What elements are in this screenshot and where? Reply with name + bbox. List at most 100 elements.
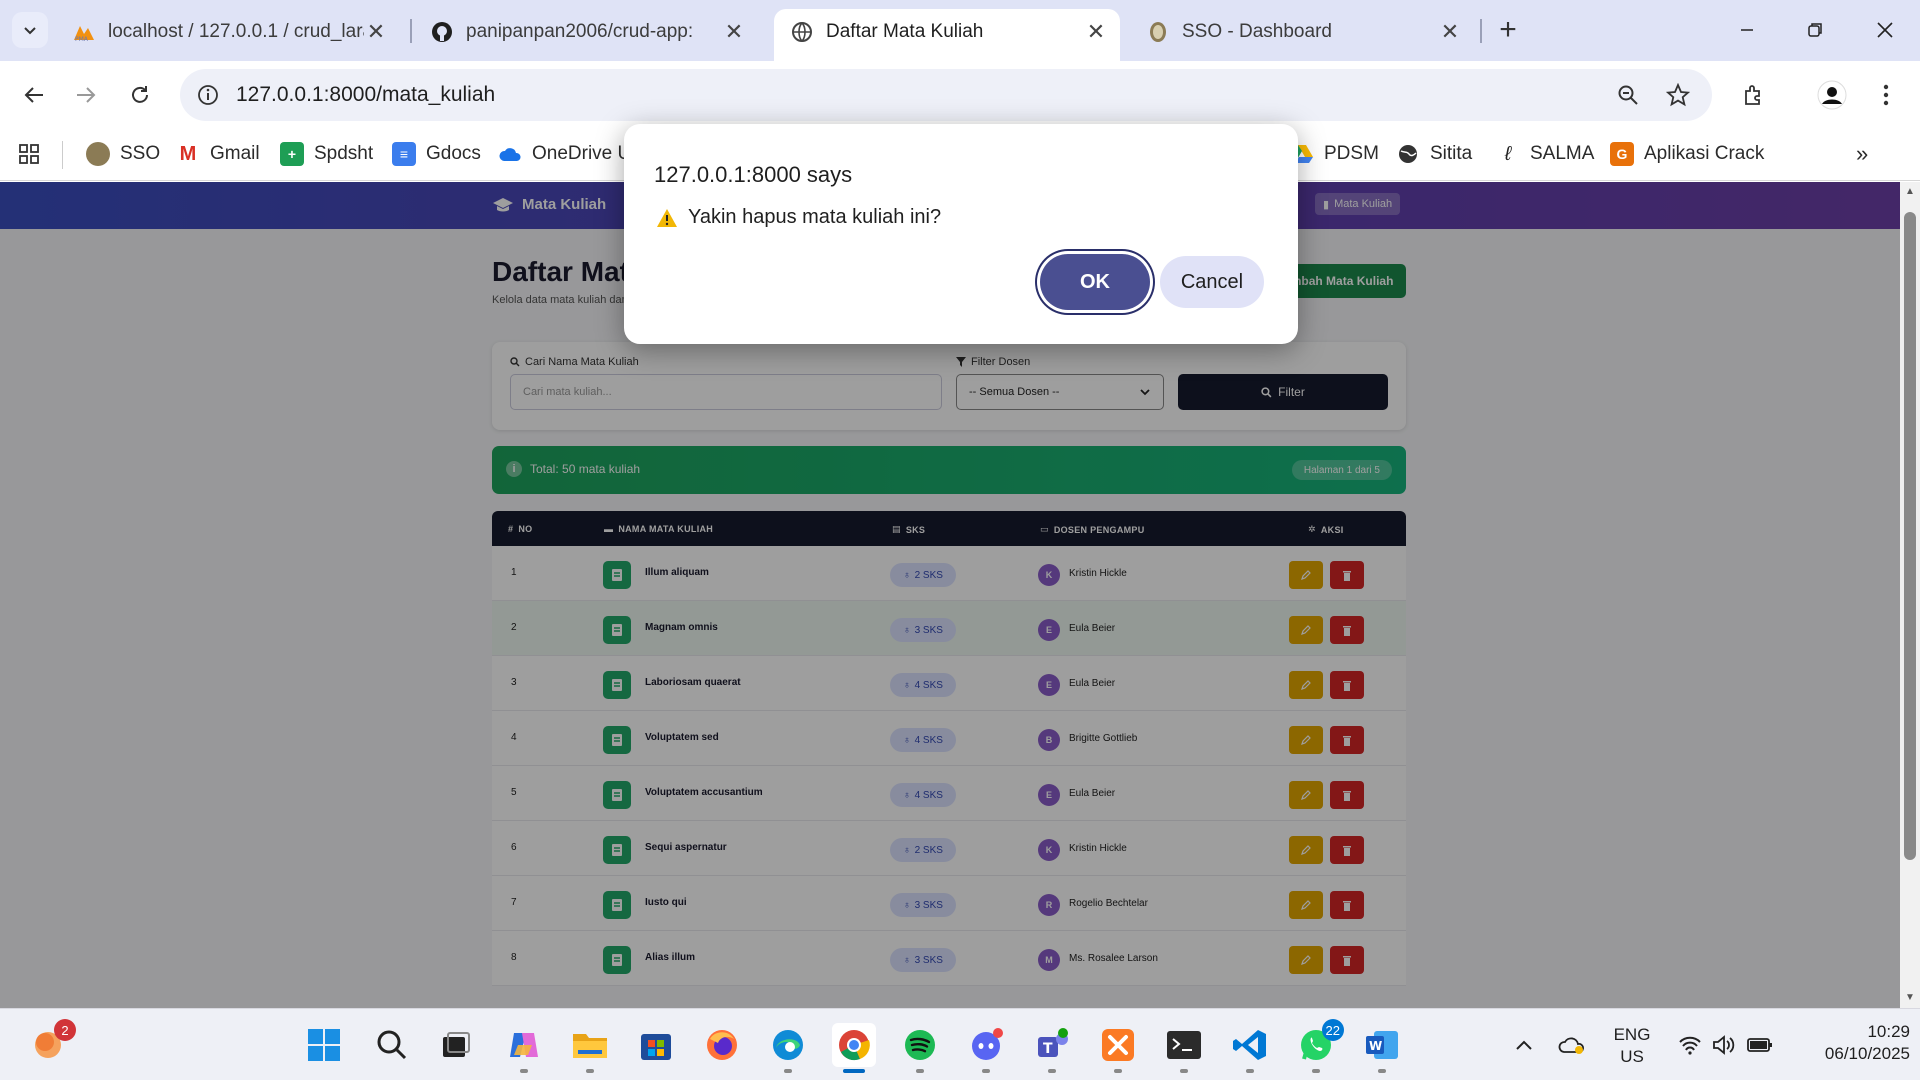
clock-time: 10:29	[1867, 1022, 1910, 1041]
zoom-icon[interactable]	[1612, 79, 1644, 111]
scroll-down-icon[interactable]: ▼	[1904, 992, 1916, 1004]
bookmark-spdsht[interactable]: + Spdsht	[280, 137, 373, 171]
vscode-app[interactable]	[1228, 1023, 1272, 1073]
close-icon[interactable]: ✕	[1084, 19, 1108, 44]
site-info-icon[interactable]	[192, 79, 224, 111]
more-bookmarks-icon[interactable]: »	[1856, 137, 1868, 171]
spotify-app[interactable]	[898, 1023, 942, 1073]
dialog-ok-button[interactable]: OK	[1040, 254, 1150, 310]
forward-button[interactable]	[66, 75, 106, 115]
new-tab-button[interactable]: +	[1492, 13, 1524, 46]
chrome-menu-icon[interactable]	[1866, 75, 1906, 115]
bookmark-salma[interactable]: ℓ SALMA	[1496, 137, 1595, 171]
svg-text:T: T	[1043, 1041, 1053, 1057]
teams-icon: T	[1038, 1028, 1068, 1057]
running-indicator	[1378, 1069, 1386, 1073]
firefox-app[interactable]	[700, 1023, 744, 1067]
tab-search-button[interactable]	[12, 12, 48, 48]
discord-app[interactable]	[964, 1023, 1008, 1073]
file-explorer-app[interactable]	[568, 1023, 612, 1073]
profile-avatar[interactable]	[1812, 75, 1852, 115]
bookmark-star-icon[interactable]	[1662, 79, 1694, 111]
spotify-icon	[905, 1030, 935, 1060]
onedrive-sync-icon[interactable]	[1552, 1023, 1592, 1067]
tab-title: Daftar Mata Kuliah	[826, 21, 984, 42]
window-close-button[interactable]	[1858, 10, 1912, 50]
arrow-left-icon	[24, 87, 43, 103]
minimize-icon	[1741, 29, 1753, 31]
terminal-app[interactable]	[1162, 1023, 1206, 1073]
extensions-icon[interactable]	[1734, 75, 1774, 115]
search-button[interactable]	[370, 1023, 414, 1067]
start-button[interactable]	[302, 1023, 346, 1067]
dialog-message: Yakin hapus mata kuliah ini?	[656, 206, 941, 229]
word-app[interactable]: W	[1360, 1023, 1404, 1073]
close-icon	[1877, 22, 1893, 38]
phpmyadmin-icon: PMA	[72, 20, 96, 44]
teams-app[interactable]: T	[1030, 1023, 1074, 1073]
restore-button[interactable]	[1788, 10, 1842, 50]
clock-date: 06/10/2025	[1824, 1044, 1910, 1063]
minimize-button[interactable]	[1720, 10, 1774, 50]
weather-widget-icon[interactable]: 2	[26, 1019, 76, 1067]
page-scrollbar[interactable]: ▲ ▼	[1900, 182, 1920, 1008]
running-indicator	[1312, 1069, 1320, 1073]
task-view-icon	[443, 1032, 470, 1057]
bookmark-divider	[62, 141, 63, 169]
back-button[interactable]	[14, 75, 54, 115]
firefox-icon	[707, 1030, 737, 1060]
scroll-thumb[interactable]	[1904, 212, 1916, 860]
language-indicator[interactable]: ENG US	[1604, 1024, 1660, 1068]
dialog-cancel-button[interactable]: Cancel	[1160, 256, 1264, 308]
g-logo-icon: G	[1610, 142, 1634, 166]
bookmark-sso[interactable]: SSO	[86, 137, 160, 171]
microsoft-store-app[interactable]	[634, 1023, 678, 1067]
bookmark-gdocs[interactable]: ≡ Gdocs	[392, 137, 481, 171]
volume-icon[interactable]	[1704, 1023, 1744, 1067]
bookmark-gmail[interactable]: M Gmail	[176, 137, 260, 171]
tab-github[interactable]: panipanpan2006/crud-app: ✕	[414, 9, 758, 61]
dialog-message-text: Yakin hapus mata kuliah ini?	[688, 206, 942, 228]
tab-phpmyadmin[interactable]: PMA localhost / 127.0.0.1 / crud_lara ✕	[56, 9, 400, 61]
address-bar[interactable]: 127.0.0.1:8000/mata_kuliah	[180, 69, 1712, 121]
close-icon[interactable]: ✕	[1438, 19, 1462, 44]
tab-sso-dashboard[interactable]: SSO - Dashboard ✕	[1130, 9, 1474, 61]
tab-daftar-mata-kuliah[interactable]: Daftar Mata Kuliah ✕	[774, 9, 1120, 61]
bookmark-label: Gmail	[210, 143, 260, 164]
copilot-app[interactable]	[502, 1023, 546, 1073]
bookmark-aplikasi-crack[interactable]: G Aplikasi Crack	[1610, 137, 1764, 171]
word-icon: W	[1366, 1031, 1398, 1059]
bookmark-onedrive[interactable]: OneDrive U	[498, 137, 631, 171]
close-icon[interactable]: ✕	[364, 19, 388, 44]
bookmark-pdsm[interactable]: PDSM	[1290, 137, 1379, 171]
clock[interactable]: 10:29 06/10/2025	[1790, 1021, 1910, 1065]
reload-button[interactable]	[120, 75, 160, 115]
task-view-button[interactable]	[434, 1023, 478, 1067]
bookmark-sitita[interactable]: Sitita	[1396, 137, 1472, 171]
windows-taskbar: 2 T 22 W ENG US 10:29 06/10/2025	[0, 1008, 1920, 1080]
docs-icon: ≡	[392, 142, 416, 166]
svg-text:W: W	[1369, 1039, 1382, 1053]
running-indicator	[1114, 1069, 1122, 1073]
battery-icon[interactable]	[1740, 1023, 1780, 1067]
xampp-icon	[1102, 1029, 1134, 1061]
arrow-right-icon	[77, 87, 96, 103]
dialog-title: 127.0.0.1:8000 says	[654, 162, 853, 187]
notification-badge: 2	[54, 1019, 76, 1041]
tray-overflow-chevron-icon[interactable]	[1504, 1023, 1544, 1067]
whatsapp-badge: 22	[1321, 1019, 1344, 1041]
close-icon[interactable]: ✕	[722, 19, 746, 44]
edge-app[interactable]	[766, 1023, 810, 1073]
region-code: US	[1620, 1047, 1644, 1066]
tab-separator	[410, 19, 412, 43]
salma-icon: ℓ	[1504, 142, 1512, 165]
sso-icon	[86, 142, 110, 166]
scroll-up-icon[interactable]: ▲	[1904, 186, 1916, 198]
url-text[interactable]: 127.0.0.1:8000/mata_kuliah	[236, 83, 495, 107]
language-code: ENG	[1613, 1025, 1651, 1044]
whatsapp-app[interactable]: 22	[1294, 1019, 1344, 1073]
xampp-app[interactable]	[1096, 1023, 1140, 1073]
cloud-icon	[498, 142, 522, 166]
chrome-app[interactable]	[832, 1023, 876, 1073]
apps-grid-icon[interactable]	[18, 137, 40, 171]
